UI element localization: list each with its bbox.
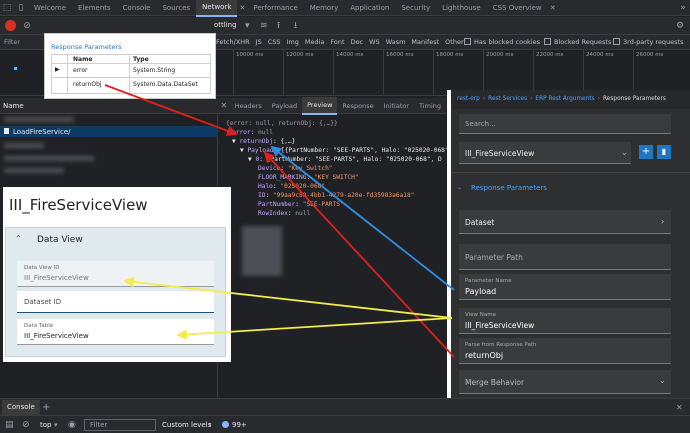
drawer-tabbar: Console + ✕ xyxy=(0,398,690,417)
yellow-arrow xyxy=(176,317,453,340)
clear-console-icon[interactable]: ⊘ xyxy=(22,417,30,433)
close-drawer-icon[interactable]: ✕ xyxy=(676,400,683,415)
console-toolbar: ▤ ⊘ top ▾ ◉ Filter Custom levels ▾ 99+ xyxy=(0,415,690,433)
blue-arrow xyxy=(270,145,455,291)
annotation-arrows xyxy=(104,84,455,358)
issues-count-badge[interactable]: 99+ xyxy=(232,421,247,429)
red-arrow xyxy=(263,151,455,358)
eye-icon[interactable]: ◉ xyxy=(68,417,76,433)
yellow-arrow xyxy=(123,276,453,319)
chevron-down-icon[interactable]: ▾ xyxy=(208,417,212,433)
sidebar-toggle-icon[interactable]: ▤ xyxy=(5,417,14,433)
add-tab-icon[interactable]: + xyxy=(42,400,50,415)
context-select[interactable]: top xyxy=(40,421,51,429)
chevron-down-icon[interactable]: ▾ xyxy=(54,417,58,433)
red-arrow xyxy=(104,84,238,136)
log-levels-select[interactable]: Custom levels xyxy=(162,421,211,429)
console-filter-placeholder: Filter xyxy=(90,421,108,429)
issues-icon[interactable] xyxy=(222,421,229,428)
